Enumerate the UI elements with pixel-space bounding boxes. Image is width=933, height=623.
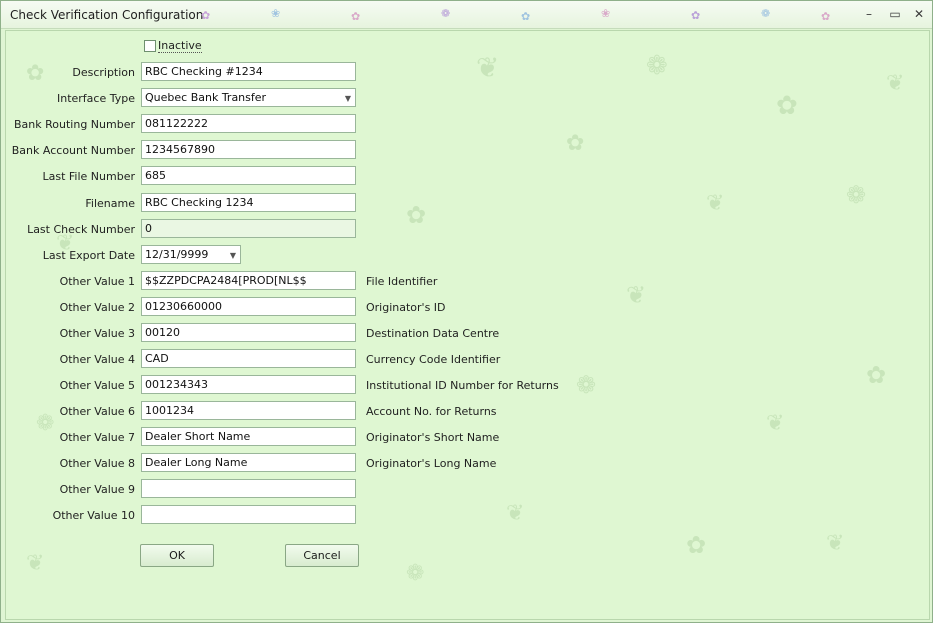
last-file-label: Last File Number bbox=[42, 170, 135, 183]
account-label: Bank Account Number bbox=[11, 144, 135, 157]
butterfly-icon: ❦ bbox=[706, 191, 725, 216]
flower-icon: ❁ bbox=[576, 371, 597, 399]
flower-icon: ❁ bbox=[406, 561, 425, 586]
other-value-field[interactable]: Dealer Short Name bbox=[141, 427, 356, 446]
butterfly-icon: ❦ bbox=[766, 411, 785, 436]
interface-type-label: Interface Type bbox=[56, 92, 135, 105]
other-value-description: Originator's ID bbox=[366, 301, 446, 314]
other-value-description: Institutional ID Number for Returns bbox=[366, 379, 559, 392]
chevron-down-icon[interactable]: ▼ bbox=[230, 248, 236, 263]
other-value-label: Other Value 3 bbox=[59, 327, 135, 340]
other-value-label: Other Value 10 bbox=[52, 509, 135, 522]
other-value-field[interactable]: Dealer Long Name bbox=[141, 453, 356, 472]
butterfly-icon: ❦ bbox=[826, 531, 845, 556]
last-export-value: 12/31/9999 bbox=[145, 248, 209, 261]
butterfly-icon: ❦ bbox=[626, 281, 647, 309]
interface-type-select[interactable]: Quebec Bank Transfer ▼ bbox=[141, 88, 356, 107]
flower-icon: ✿ bbox=[866, 361, 887, 389]
flower-icon: ✿ bbox=[351, 10, 361, 23]
flower-icon: ❁ bbox=[646, 51, 668, 81]
butterfly-icon: ✿ bbox=[691, 9, 701, 22]
title-bar[interactable]: Check Verification Configuration ✿ ❀ ✿ ❁… bbox=[1, 1, 932, 29]
other-value-field[interactable]: 00120 bbox=[141, 323, 356, 342]
other-value-description: Originator's Long Name bbox=[366, 457, 497, 470]
description-field[interactable]: RBC Checking #1234 bbox=[141, 62, 356, 81]
dialog-window: Check Verification Configuration ✿ ❀ ✿ ❁… bbox=[0, 0, 933, 623]
flower-icon: ✿ bbox=[686, 531, 707, 559]
other-value-field[interactable]: 01230660000 bbox=[141, 297, 356, 316]
last-check-label: Last Check Number bbox=[27, 223, 135, 236]
other-value-label: Other Value 8 bbox=[59, 457, 135, 470]
butterfly-icon: ❦ bbox=[886, 71, 905, 96]
routing-label: Bank Routing Number bbox=[14, 118, 135, 131]
window-title: Check Verification Configuration bbox=[10, 8, 204, 22]
flower-icon: ❁ bbox=[761, 7, 771, 20]
account-field[interactable]: 1234567890 bbox=[141, 140, 356, 159]
flower-icon: ✿ bbox=[776, 91, 798, 121]
form-panel: ✿ ❦ ✿ ❁ ❦ ✿ ❁ ❦ ❦ ❦ ✿ ❁ ❦ ✿ ❁ ❦ ✿ ❦ ❁ ❦ … bbox=[5, 30, 930, 620]
butterfly-icon: ❁ bbox=[441, 7, 451, 20]
other-value-label: Other Value 1 bbox=[59, 275, 135, 288]
ok-button[interactable]: OK bbox=[140, 544, 214, 567]
restore-button[interactable]: ▭ bbox=[887, 7, 903, 21]
other-value-field[interactable]: $$ZZPDCPA2484[PROD[NL$$ bbox=[141, 271, 356, 290]
flower-icon: ❁ bbox=[846, 181, 867, 209]
other-value-label: Other Value 2 bbox=[59, 301, 135, 314]
other-value-field[interactable]: 001234343 bbox=[141, 375, 356, 394]
other-value-description: File Identifier bbox=[366, 275, 438, 288]
flower-icon: ✿ bbox=[521, 10, 531, 23]
last-export-label: Last Export Date bbox=[42, 249, 135, 262]
last-check-field: 0 bbox=[141, 219, 356, 238]
flower-icon: ✿ bbox=[566, 131, 585, 156]
other-value-label: Other Value 6 bbox=[59, 405, 135, 418]
flower-icon: ✿ bbox=[406, 201, 427, 229]
butterfly-icon: ❦ bbox=[506, 501, 525, 526]
flower-icon: ❀ bbox=[601, 7, 611, 20]
other-value-field[interactable]: CAD bbox=[141, 349, 356, 368]
other-value-label: Other Value 9 bbox=[59, 483, 135, 496]
other-value-label: Other Value 4 bbox=[59, 353, 135, 366]
inactive-label[interactable]: Inactive bbox=[158, 39, 202, 53]
minimize-button[interactable]: – bbox=[861, 7, 877, 21]
butterfly-icon: ❦ bbox=[26, 551, 45, 576]
other-value-label: Other Value 7 bbox=[59, 431, 135, 444]
other-value-label: Other Value 5 bbox=[59, 379, 135, 392]
other-value-field[interactable] bbox=[141, 479, 356, 498]
inactive-checkbox[interactable] bbox=[144, 40, 156, 52]
chevron-down-icon[interactable]: ▼ bbox=[345, 91, 351, 106]
butterfly-icon: ❦ bbox=[476, 51, 500, 84]
filename-field[interactable]: RBC Checking 1234 bbox=[141, 193, 356, 212]
other-value-description: Destination Data Centre bbox=[366, 327, 500, 340]
other-value-description: Account No. for Returns bbox=[366, 405, 497, 418]
filename-label: Filename bbox=[85, 197, 135, 210]
last-file-field[interactable]: 685 bbox=[141, 166, 356, 185]
flower-icon: ❀ bbox=[271, 7, 281, 20]
flower-icon: ✿ bbox=[821, 10, 831, 23]
interface-type-value: Quebec Bank Transfer bbox=[145, 91, 267, 104]
routing-field[interactable]: 081122222 bbox=[141, 114, 356, 133]
other-value-description: Originator's Short Name bbox=[366, 431, 500, 444]
description-label: Description bbox=[72, 66, 135, 79]
close-button[interactable]: ✕ bbox=[911, 7, 927, 21]
other-value-field[interactable] bbox=[141, 505, 356, 524]
last-export-date-picker[interactable]: 12/31/9999 ▼ bbox=[141, 245, 241, 264]
cancel-button[interactable]: Cancel bbox=[285, 544, 359, 567]
other-value-description: Currency Code Identifier bbox=[366, 353, 501, 366]
other-value-field[interactable]: 1001234 bbox=[141, 401, 356, 420]
